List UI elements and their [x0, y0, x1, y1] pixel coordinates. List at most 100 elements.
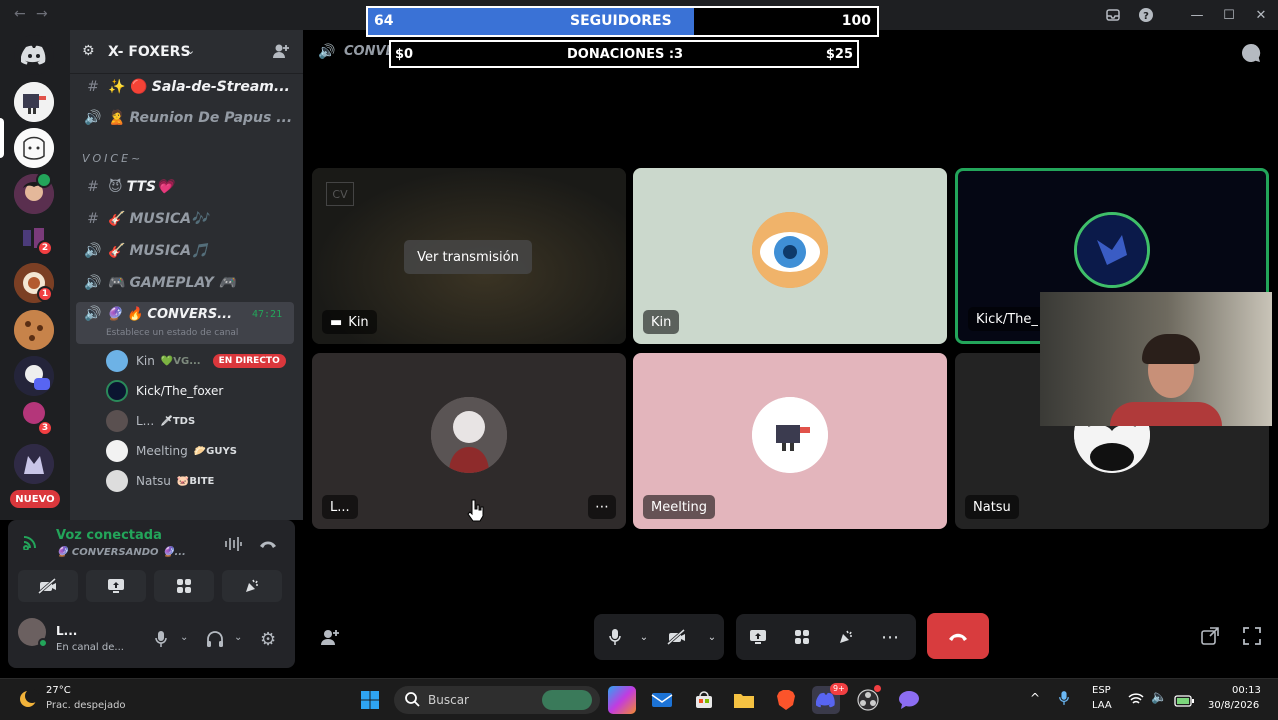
participant-name: Kin — [643, 310, 680, 334]
taskbar-search[interactable]: Buscar — [394, 686, 600, 714]
leave-call-button[interactable] — [927, 613, 989, 659]
discord-home-icon[interactable] — [14, 35, 54, 75]
obs-recording-dot — [874, 685, 881, 692]
brave-browser-icon[interactable] — [772, 686, 800, 714]
more-options-button[interactable]: ⋯ — [588, 495, 616, 519]
invite-to-call-icon[interactable] — [320, 628, 340, 650]
activities-button[interactable] — [154, 570, 214, 602]
chevron-down-icon[interactable]: ⌄ — [234, 632, 242, 643]
channel-item[interactable]: 🔊 🎮 GAMEPLAY 🎮 — [78, 269, 296, 297]
forward-arrow-icon[interactable]: → — [36, 6, 48, 22]
screen-share-button[interactable] — [86, 570, 146, 602]
voice-user[interactable]: Natsu 🐷BITE — [106, 468, 214, 494]
clock-date[interactable]: 30/8/2026 — [1208, 700, 1259, 711]
channel-sidebar: ⚙ X- FOXERS ⌄ # ✨ 🔴 Sala-de-Stream... 🔊 … — [70, 30, 303, 520]
more-options-button[interactable]: ⋯ — [868, 614, 912, 660]
set-status-hint[interactable]: Establece un estado de canal — [106, 328, 238, 338]
chat-app-icon[interactable] — [895, 686, 923, 714]
chevron-down-icon[interactable]: ⌄ — [180, 632, 188, 643]
channel-item[interactable]: # 😈 TTS💗 — [78, 173, 296, 201]
camera-off-button[interactable] — [652, 614, 702, 660]
gear-icon: ⚙ — [82, 43, 95, 59]
headphones-icon[interactable] — [206, 630, 224, 652]
participant-avatar — [752, 212, 828, 288]
channel-label: GAMEPLAY 🎮 — [129, 275, 237, 291]
category-voice[interactable]: VOICE~ — [82, 152, 143, 165]
mail-icon[interactable] — [648, 686, 676, 714]
chevron-down-icon[interactable]: ⌄ — [702, 614, 722, 660]
channel-item[interactable]: 🔊 🙎 Reunion De Papus ... — [78, 104, 296, 132]
participant-name: Meelting — [643, 495, 716, 519]
chevron-down-icon: ⌄ — [186, 44, 196, 57]
language-code[interactable]: ESP — [1092, 685, 1111, 696]
voice-user[interactable]: Kin 💚VG... EN DIRECTO — [106, 348, 286, 374]
chat-bubble-icon[interactable] — [1240, 42, 1262, 68]
active-voice-channel[interactable]: 🔊 🔮 🔥 CONVERS... 47:21 Establece un esta… — [76, 302, 294, 344]
volume-icon[interactable]: 🔈 — [1151, 690, 1167, 705]
wifi-icon[interactable] — [1128, 691, 1144, 710]
store-icon[interactable] — [690, 686, 718, 714]
voice-user[interactable]: L... 🗡TDS — [106, 408, 195, 434]
keyboard-layout[interactable]: LAA — [1092, 700, 1112, 711]
popout-icon[interactable] — [1200, 626, 1220, 650]
channel-item[interactable]: # 🎸 MUSICA🎶 — [78, 205, 296, 233]
search-icon — [404, 691, 420, 711]
new-badge[interactable]: NUEVO — [10, 490, 60, 508]
microphone-icon[interactable] — [154, 630, 168, 652]
server-pigeon-icon[interactable] — [14, 82, 54, 122]
soundboard-button[interactable] — [222, 570, 282, 602]
screen-share-button[interactable] — [736, 614, 780, 660]
settings-gear-icon[interactable]: ⚙ — [260, 629, 276, 650]
file-explorer-icon[interactable] — [730, 686, 758, 714]
weather-desc[interactable]: Prac. despejado — [46, 700, 126, 711]
voice-user[interactable]: Meelting 🥟GUYS — [106, 438, 237, 464]
voice-status[interactable]: Voz conectada — [56, 528, 162, 543]
fullscreen-icon[interactable] — [1242, 626, 1262, 650]
server-wolf-icon[interactable] — [14, 444, 54, 484]
help-icon[interactable]: ? — [1133, 4, 1159, 26]
voice-channel-name[interactable]: 🔮 CONVERSANDO 🔮... — [56, 547, 186, 558]
participant-tile[interactable]: Meelting — [633, 353, 947, 529]
voice-user[interactable]: Kick/The_foxer — [106, 378, 223, 404]
server-header[interactable]: ⚙ X- FOXERS ⌄ — [70, 30, 303, 74]
tray-mic-icon[interactable] — [1058, 689, 1070, 711]
participant-tile[interactable]: Kin — [633, 168, 947, 344]
add-member-icon[interactable] — [272, 42, 290, 64]
clock-time[interactable]: 00:13 — [1232, 685, 1261, 696]
watch-stream-button[interactable]: Ver transmisión — [404, 240, 532, 274]
participant-name: Kick/The_ — [968, 307, 1046, 331]
maximize-button[interactable]: ☐ — [1216, 4, 1242, 26]
microphone-button[interactable] — [594, 614, 636, 660]
chevron-down-icon[interactable]: ⌄ — [636, 614, 652, 660]
noise-suppression-icon[interactable] — [224, 536, 242, 556]
windows-start-icon[interactable] — [356, 686, 384, 714]
username[interactable]: L... — [56, 624, 77, 638]
close-button[interactable]: ✕ — [1248, 4, 1274, 26]
channel-label: Reunion De Papus ... — [129, 110, 293, 126]
stream-tile[interactable]: CV Ver transmisión ▬ Kin — [312, 168, 626, 344]
soundboard-button[interactable] — [824, 614, 868, 660]
battery-icon[interactable] — [1174, 692, 1194, 711]
activities-button[interactable] — [780, 614, 824, 660]
search-placeholder: Buscar — [428, 693, 469, 707]
tray-expand-icon[interactable]: ^ — [1030, 691, 1040, 705]
voice-channel-header-icon: 🔊 — [318, 44, 336, 60]
weather-sun-icon[interactable] — [16, 687, 40, 715]
donations-current: $0 — [395, 47, 414, 62]
mention-badge: 2 — [37, 240, 53, 256]
inbox-icon[interactable] — [1100, 4, 1126, 26]
speaker-icon: 🔊 — [84, 306, 102, 322]
channel-item[interactable]: # ✨ 🔴 Sala-de-Stream... — [78, 73, 296, 101]
server-character-icon[interactable] — [14, 356, 54, 396]
weather-temp[interactable]: 27°C — [46, 685, 71, 696]
server-cookie-icon[interactable] — [14, 310, 54, 350]
channel-item[interactable]: 🔊 🎸 MUSICA🎵 — [78, 237, 296, 265]
copilot-icon[interactable] — [608, 686, 636, 714]
server-doodle-icon[interactable] — [14, 128, 54, 168]
minimize-button[interactable]: — — [1184, 4, 1210, 26]
signal-icon[interactable] — [22, 534, 40, 554]
back-arrow-icon[interactable]: ← — [14, 6, 26, 22]
disconnect-icon[interactable] — [258, 535, 278, 554]
camera-off-button[interactable] — [18, 570, 78, 602]
channel-label: 🔮 🔥 CONVERS... — [106, 307, 233, 322]
